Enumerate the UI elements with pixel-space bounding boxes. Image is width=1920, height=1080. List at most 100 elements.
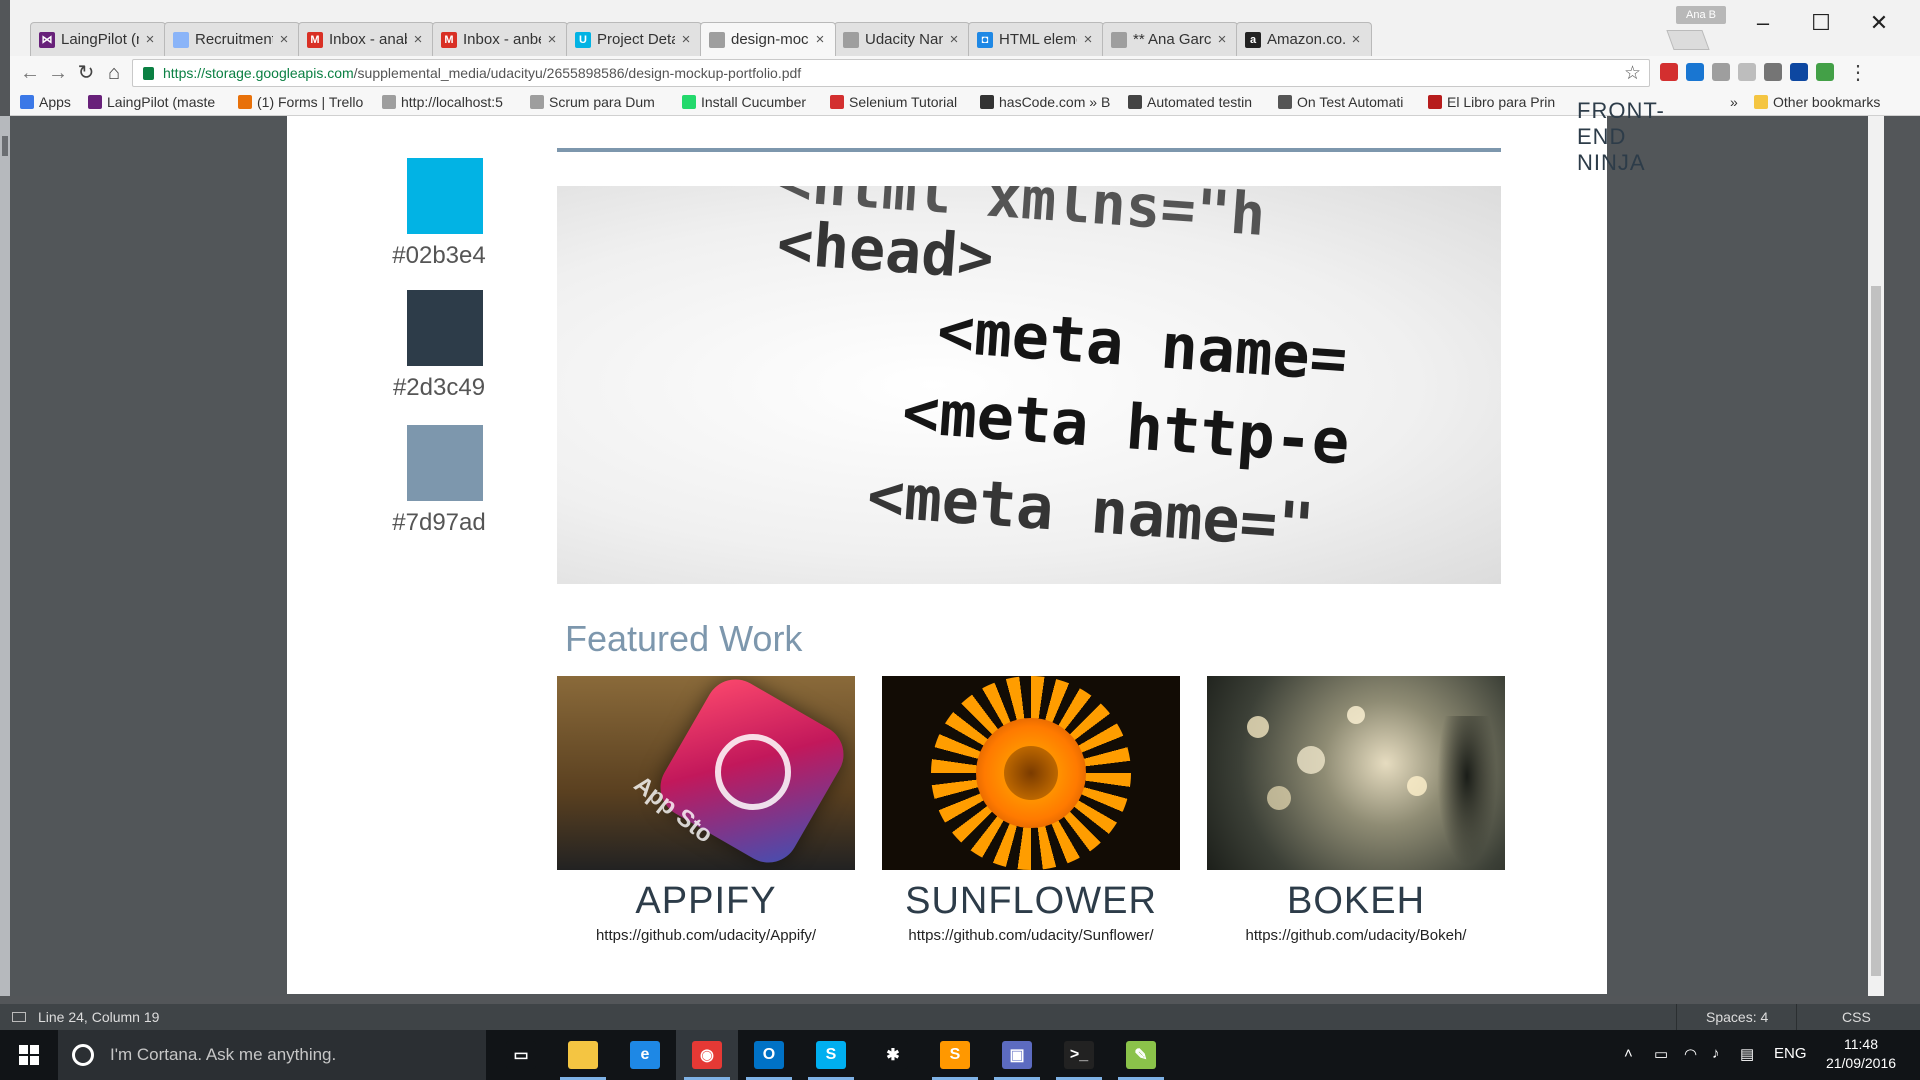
other-bookmarks[interactable]: Other bookmarks [1754, 94, 1880, 110]
close-tab-icon[interactable]: × [947, 31, 961, 48]
close-tab-icon[interactable]: × [545, 31, 559, 48]
extension-book-icon[interactable] [1790, 63, 1808, 81]
gmail-icon: M [307, 31, 323, 48]
taskbar-slack[interactable]: ✱ [862, 1030, 924, 1080]
bookmark-item[interactable]: Apps [20, 94, 71, 110]
maximize-icon[interactable]: ☐ [1792, 4, 1850, 42]
bookmark-item[interactable]: Install Cucumber [682, 94, 806, 110]
adblock-icon[interactable] [1660, 63, 1678, 81]
tab-3[interactable]: M Inbox - anab.ga× [298, 22, 434, 56]
taskbar-skype[interactable]: S [800, 1030, 862, 1080]
taskbar-notepad-plus[interactable]: ✎ [1110, 1030, 1172, 1080]
bookmark-item[interactable]: LaingPilot (maste [88, 94, 215, 110]
extension-a-icon[interactable] [1764, 63, 1782, 81]
back-icon[interactable]: ← [16, 59, 44, 87]
taskbar-chrome[interactable]: ◉ [676, 1030, 738, 1080]
tab-8[interactable]: ◘ HTML element× [968, 22, 1104, 56]
taskbar-outlook[interactable]: O [738, 1030, 800, 1080]
syntax-mode[interactable]: CSS [1842, 1009, 1871, 1025]
bookmark-star-icon[interactable]: ☆ [1624, 62, 1641, 85]
work-link[interactable]: https://github.com/udacity/Sunflower/ [882, 927, 1180, 944]
bookmark-item[interactable]: On Test Automati [1278, 94, 1403, 110]
close-tab-icon[interactable]: × [1215, 31, 1229, 48]
close-tab-icon[interactable]: × [813, 31, 827, 48]
bookmark-item[interactable]: Automated testin [1128, 94, 1252, 110]
edge-icon: e [630, 1041, 660, 1069]
start-button[interactable] [0, 1030, 58, 1080]
sunflower-image[interactable] [882, 676, 1180, 870]
taskbar-command-prompt[interactable]: >_ [1048, 1030, 1110, 1080]
close-tab-icon[interactable]: × [1081, 31, 1095, 48]
indentation-setting[interactable]: Spaces: 4 [1706, 1009, 1768, 1025]
tab-2[interactable]: Recruitment Ca× [164, 22, 300, 56]
cortana-placeholder: I'm Cortana. Ask me anything. [110, 1045, 337, 1064]
browser-toolbar: ← → ↻ ⌂ https://storage.googleapis.com/s… [10, 56, 1920, 90]
close-tab-icon[interactable]: × [277, 31, 291, 48]
tab-4[interactable]: M Inbox - anbega× [432, 22, 568, 56]
extension-beta-icon[interactable] [1816, 63, 1834, 81]
bookmark-item[interactable]: (1) Forms | Trello [238, 94, 363, 110]
reload-icon[interactable]: ↻ [72, 59, 100, 87]
close-window-icon[interactable]: ✕ [1850, 4, 1908, 42]
chrome-menu-icon[interactable]: ⋮ [1844, 59, 1872, 87]
close-tab-icon[interactable]: × [1349, 31, 1363, 48]
work-card-sunflower[interactable]: SUNFLOWER https://github.com/udacity/Sun… [882, 676, 1180, 944]
taskbar-task-view[interactable]: ▭ [490, 1030, 552, 1080]
taskbar-edge[interactable]: e [614, 1030, 676, 1080]
taskbar-network-tool[interactable]: ▣ [986, 1030, 1048, 1080]
tab-label: ** Ana Garcia [1133, 31, 1211, 48]
extension-calendar-icon[interactable] [1686, 63, 1704, 81]
tab-5[interactable]: U Project Details× [566, 22, 702, 56]
bokeh-image[interactable] [1207, 676, 1505, 870]
forward-icon[interactable]: → [44, 59, 72, 87]
tab-label: Inbox - anab.ga [329, 31, 407, 48]
tab-6[interactable]: design-mockup× [700, 22, 836, 56]
home-icon[interactable]: ⌂ [100, 59, 128, 87]
bookmark-item[interactable]: hasCode.com » B [980, 94, 1110, 110]
minimize-icon[interactable]: – [1734, 4, 1792, 42]
swatch-primary [407, 158, 483, 234]
close-tab-icon[interactable]: × [679, 31, 693, 48]
work-card-bokeh[interactable]: BOKEH https://github.com/udacity/Bokeh/ [1207, 676, 1505, 944]
pdf-viewer[interactable]: FRONT-END NINJA #02b3e4 #2d3c49 #7d97ad … [10, 98, 1884, 996]
close-tab-icon[interactable]: × [411, 31, 425, 48]
address-bar[interactable]: https://storage.googleapis.com/supplemen… [132, 59, 1650, 87]
tab-label: Udacity Nanod [865, 31, 943, 48]
bookmark-item[interactable]: Scrum para Dum [530, 94, 655, 110]
bookmark-item[interactable]: http://localhost:5 [382, 94, 503, 110]
extension-shield-icon[interactable] [1738, 63, 1756, 81]
tab-7[interactable]: Udacity Nanod× [834, 22, 970, 56]
system-clock[interactable]: 11:48 21/09/2016 [1818, 1035, 1904, 1073]
work-card-appify[interactable]: App Sto APPIFY https://github.com/udacit… [557, 676, 855, 944]
volume-icon[interactable]: ♪ [1712, 1045, 1720, 1062]
tab-10[interactable]: a Amazon.co.uk× [1236, 22, 1372, 56]
close-tab-icon[interactable]: × [143, 31, 157, 48]
bookmark-item[interactable]: Selenium Tutorial [830, 94, 957, 110]
wifi-icon[interactable]: ◠ [1684, 1045, 1697, 1063]
tray-overflow-icon[interactable]: ˄ [1624, 1045, 1633, 1062]
hero-code-line: <head> [774, 208, 996, 294]
work-link[interactable]: https://github.com/udacity/Appify/ [557, 927, 855, 944]
work-link[interactable]: https://github.com/udacity/Bokeh/ [1207, 927, 1505, 944]
new-tab-button[interactable] [1666, 30, 1710, 50]
cortana-search-box[interactable]: I'm Cortana. Ask me anything. [58, 1030, 486, 1080]
scroll-thumb[interactable] [1871, 286, 1881, 976]
bookmark-label: LaingPilot (maste [107, 94, 216, 110]
bookmark-label: Automated testin [1147, 94, 1253, 110]
taskbar-sublime-text[interactable]: S [924, 1030, 986, 1080]
extension-gray-icon[interactable] [1712, 63, 1730, 81]
input-language[interactable]: ENG [1774, 1045, 1807, 1062]
tab-1[interactable]: ⋈ LaingPilot (mas× [30, 22, 166, 56]
taskbar-file-explorer[interactable] [552, 1030, 614, 1080]
bookmarks-overflow-icon[interactable]: » [1730, 94, 1738, 110]
app-store-icon[interactable]: App Sto [557, 676, 855, 870]
pdf-scrollbar[interactable] [1868, 116, 1884, 996]
profile-badge[interactable]: Ana B [1676, 6, 1726, 24]
tab-9[interactable]: ** Ana Garcia× [1102, 22, 1238, 56]
bookmark-item[interactable]: El Libro para Prin [1428, 94, 1555, 110]
battery-icon[interactable]: ▭ [1654, 1045, 1668, 1063]
sublime-text-icon: S [940, 1041, 970, 1069]
pdf-page: FRONT-END NINJA #02b3e4 #2d3c49 #7d97ad … [287, 98, 1664, 994]
panel-toggle-icon[interactable] [12, 1012, 26, 1022]
action-center-icon[interactable]: ▤ [1740, 1045, 1754, 1063]
